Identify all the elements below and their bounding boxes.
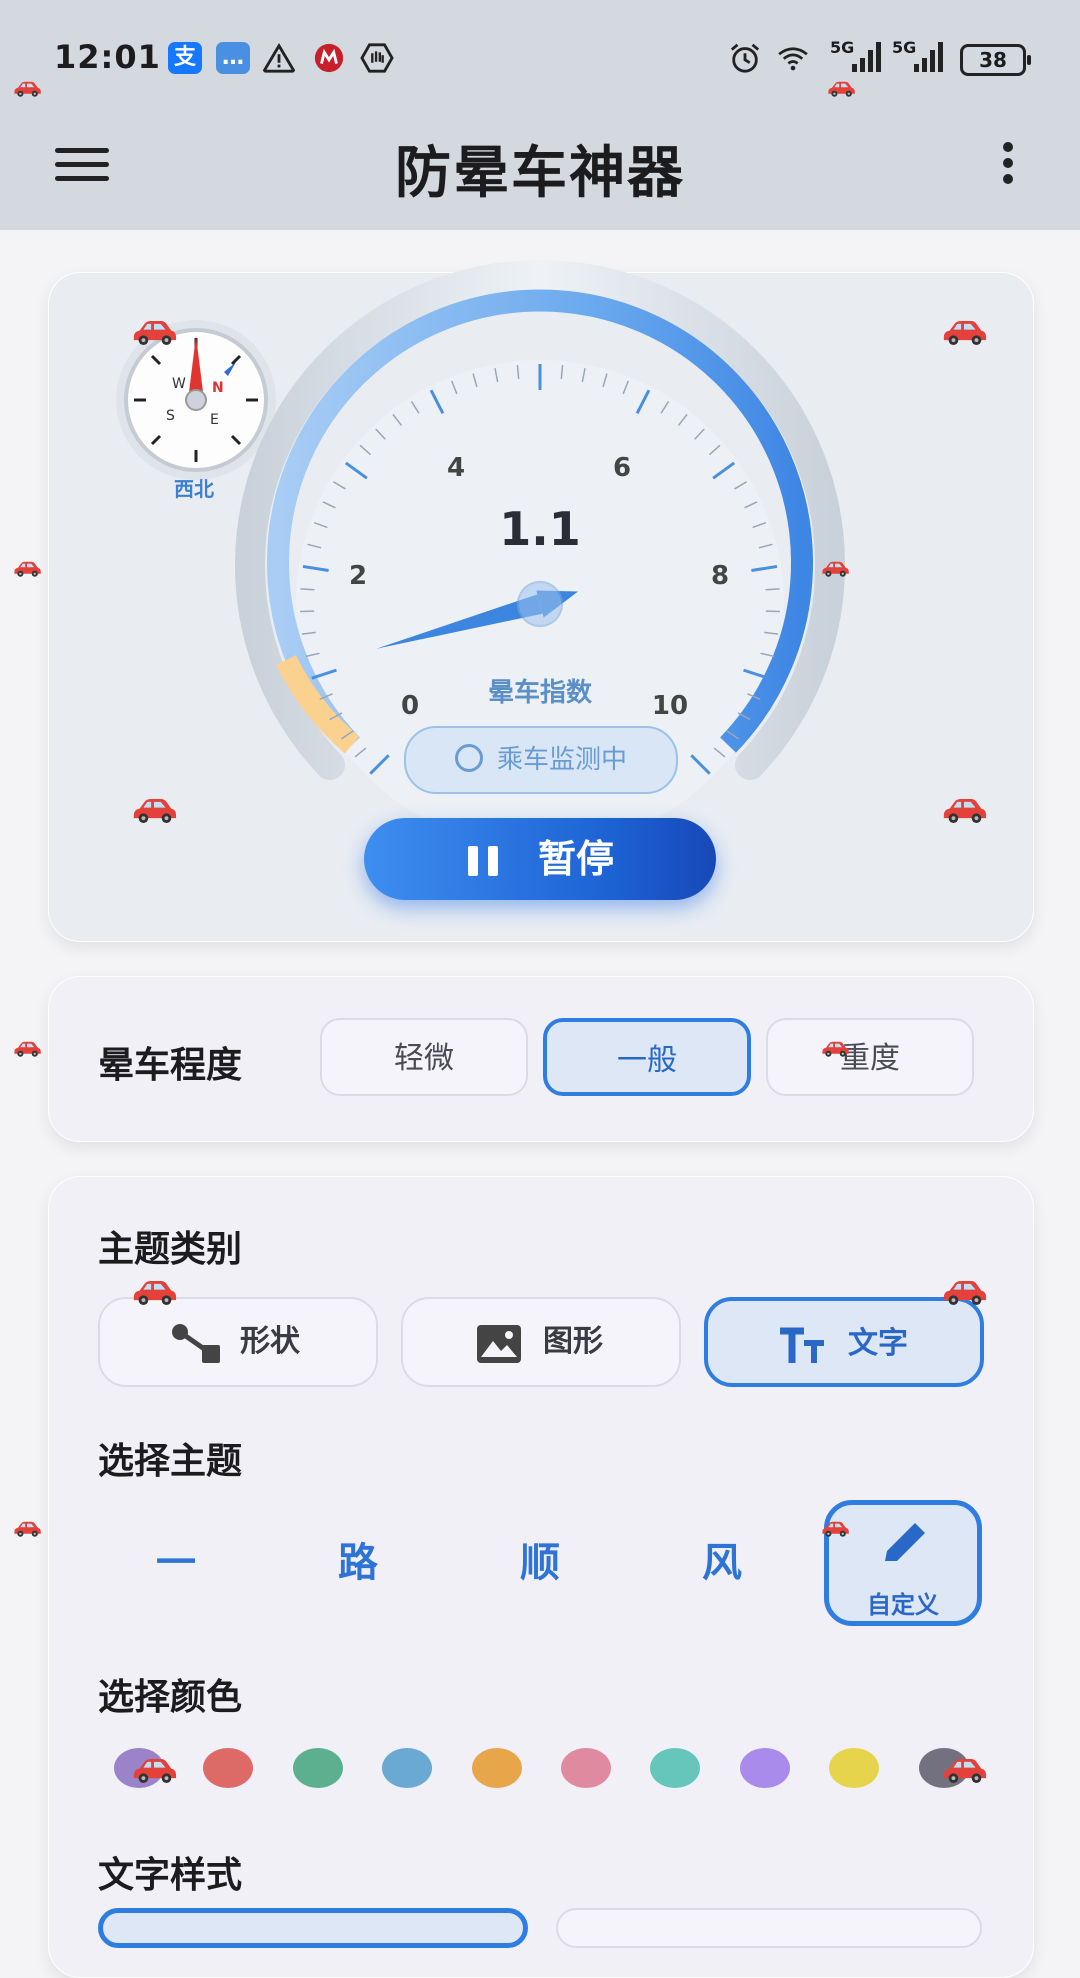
- theme-char-1[interactable]: 一: [126, 1530, 226, 1588]
- gauge-tick-8: 8: [711, 561, 729, 591]
- car-icon: [12, 1040, 42, 1062]
- text-icon: [778, 1325, 834, 1367]
- gauge-tick-mark: [300, 589, 314, 590]
- compass-direction: 西北: [174, 473, 214, 502]
- car-icon: [820, 1040, 850, 1062]
- theme-char-2[interactable]: 路: [308, 1530, 408, 1588]
- svg-text:N: N: [212, 380, 224, 396]
- svg-text:E: E: [210, 412, 219, 428]
- severity-option-light[interactable]: 轻微: [320, 1018, 528, 1096]
- color-swatch[interactable]: [293, 1748, 343, 1788]
- car-icon: [130, 1278, 178, 1311]
- car-icon: [12, 560, 42, 582]
- svg-text:S: S: [166, 408, 175, 424]
- car-icon: [820, 560, 850, 582]
- svg-text:W: W: [172, 376, 186, 392]
- edit-pencil-icon: [875, 1519, 935, 1569]
- text-style-label: 文字样式: [98, 1846, 242, 1898]
- gauge-tick-mark: [766, 589, 780, 590]
- text-style-option-2[interactable]: [556, 1908, 982, 1948]
- gauge-value: 1.1: [440, 502, 640, 556]
- car-icon: [940, 1756, 988, 1789]
- gauge-tick-6: 6: [613, 453, 631, 483]
- monitor-icon: [455, 744, 483, 772]
- color-swatch[interactable]: [561, 1748, 611, 1788]
- theme-char-3[interactable]: 顺: [490, 1530, 590, 1588]
- color-swatch[interactable]: [829, 1748, 879, 1788]
- color-swatch[interactable]: [382, 1748, 432, 1788]
- color-select-label: 选择颜色: [98, 1668, 242, 1720]
- gauge-tick-4: 4: [447, 453, 465, 483]
- gauge-tick-2: 2: [349, 561, 367, 591]
- category-image-button[interactable]: 图形: [401, 1297, 681, 1387]
- custom-theme-button[interactable]: 自定义: [824, 1500, 982, 1626]
- color-swatch[interactable]: [740, 1748, 790, 1788]
- car-icon: [130, 1756, 178, 1789]
- color-swatch[interactable]: [472, 1748, 522, 1788]
- monitoring-status: 乘车监测中: [404, 726, 678, 794]
- image-icon: [473, 1323, 529, 1365]
- gauge-label: 晕车指数: [440, 672, 640, 709]
- text-style-option-1[interactable]: [98, 1908, 528, 1948]
- shapes-icon: [170, 1323, 226, 1365]
- gauge-tick-10: 10: [652, 691, 688, 721]
- pause-icon: [466, 846, 498, 876]
- car-icon: [130, 318, 178, 351]
- car-icon: [12, 80, 42, 102]
- theme-select-label: 选择主题: [98, 1432, 242, 1484]
- car-icon: [12, 1520, 42, 1542]
- severity-label: 晕车程度: [98, 1036, 242, 1088]
- gauge-tick-0: 0: [401, 691, 419, 721]
- severity-option-severe[interactable]: 重度: [766, 1018, 974, 1096]
- car-icon: [940, 796, 988, 829]
- car-icon: [940, 318, 988, 351]
- car-icon: [826, 80, 856, 102]
- car-icon: [130, 796, 178, 829]
- pause-button[interactable]: 暂停: [364, 818, 716, 900]
- theme-category-label: 主题类别: [98, 1220, 242, 1272]
- theme-char-4[interactable]: 风: [672, 1530, 772, 1588]
- car-icon: [820, 1520, 850, 1542]
- severity-option-normal[interactable]: 一般: [543, 1018, 751, 1096]
- car-icon: [940, 1278, 988, 1311]
